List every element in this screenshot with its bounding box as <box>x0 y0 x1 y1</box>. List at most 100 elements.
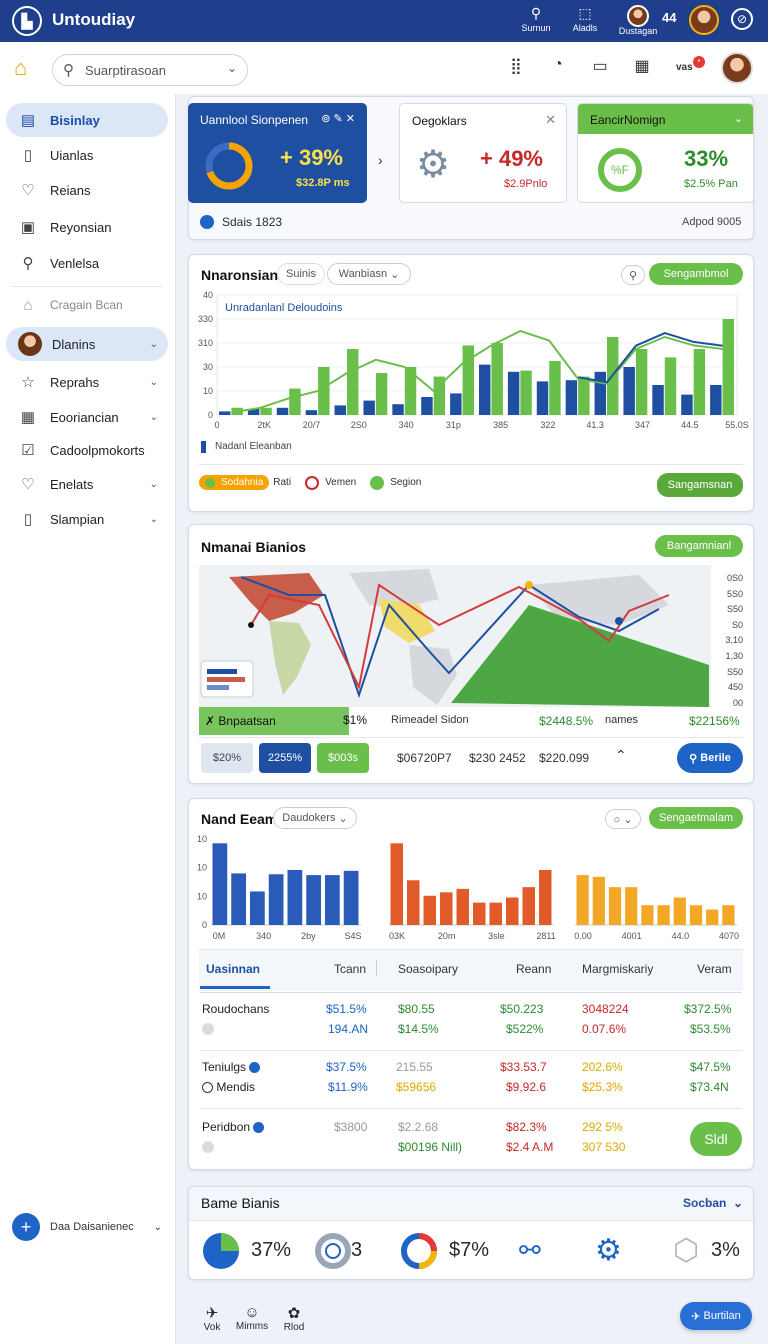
table-header[interactable]: Margmiskariy <box>582 962 653 976</box>
sidebar-item-cadoolpmokorts[interactable]: ☑ Cadoolpmokorts <box>6 433 168 467</box>
bar <box>219 411 231 415</box>
bar <box>578 376 590 415</box>
card-title: Nnaronsian <box>201 267 279 283</box>
chevron-right-icon[interactable]: › <box>378 152 383 168</box>
calendar-icon[interactable]: ▦ <box>631 56 653 76</box>
bar <box>507 371 520 415</box>
add-icon[interactable]: + <box>12 1213 40 1241</box>
bar <box>392 404 404 415</box>
table-header[interactable]: Reann <box>516 962 551 976</box>
profile-avatar[interactable] <box>721 52 753 84</box>
sengaetmalam-button[interactable]: Sengaetmalam <box>649 807 743 829</box>
bangamnianl-button[interactable]: Bangamnianl <box>655 535 743 557</box>
message-icon[interactable]: ▭ <box>589 56 611 76</box>
map-y-tick: 00 <box>732 697 743 708</box>
table-header[interactable]: Soasoipary <box>398 962 458 976</box>
bottomnav-item[interactable]: ☺ Mimms <box>232 1304 272 1332</box>
heart-icon: ♡ <box>21 182 35 199</box>
kpi-value: + 39% <box>280 145 343 170</box>
chevron-down-icon[interactable]: ⌄ <box>154 1222 162 1233</box>
y-tick-label: 0 <box>208 410 213 420</box>
sidebar-item-slampian[interactable]: ▯ Slampian ⌄ <box>6 502 168 536</box>
sidebar-item-eooriancian[interactable]: ▦ Eooriancian ⌄ <box>6 400 168 434</box>
table-header[interactable]: Veram <box>697 962 732 976</box>
x-tick-label: 4070 <box>719 931 739 941</box>
search-person-icon: ⚲ <box>530 5 542 21</box>
sidebar-item-venlelsa[interactable]: ⚲ Venlelsa <box>6 246 168 280</box>
chevron-down-icon[interactable]: ⌄ <box>150 377 158 388</box>
gear-icon: ⚙ <box>416 144 451 186</box>
topnav-item-surnun[interactable]: ⚲ Surnun <box>511 5 561 34</box>
options-toggle[interactable]: ○ ⌄ <box>605 809 641 829</box>
bar <box>722 319 734 415</box>
strip-value: $1% <box>343 713 368 727</box>
kpi-value: 33% <box>684 146 729 171</box>
search-input[interactable]: ⚲ Suarptirasoan ⌄ <box>52 54 248 86</box>
topnav-item-aladls[interactable]: ⬚ Aladls <box>560 5 610 34</box>
sangamsnan-button[interactable]: Sangamsnan <box>657 473 743 497</box>
socban-dropdown[interactable]: Socban ⌄ <box>683 1196 743 1210</box>
sengambmol-button[interactable]: Sengambmol <box>649 263 743 285</box>
bar <box>693 349 706 415</box>
bar <box>276 407 289 415</box>
table-header[interactable]: Uasinnan <box>206 962 260 976</box>
sidebar-item-dlanins[interactable]: Dlanins ⌄ <box>6 327 168 361</box>
chevron-up-icon[interactable]: ⌃ <box>615 747 627 764</box>
sidebar-footer[interactable]: + Daa Daisanienec ⌄ <box>12 1212 162 1242</box>
bottomnav-item[interactable]: ✿ Rlod <box>280 1304 308 1333</box>
sidebar-item-enelats[interactable]: ♡ Enelats ⌄ <box>6 467 168 501</box>
chip-3[interactable]: $003s <box>317 743 369 773</box>
fab-button[interactable]: ✈ Burtilan <box>680 1302 752 1330</box>
bar <box>375 373 388 415</box>
home-icon[interactable]: ⌂ <box>14 56 27 80</box>
chevron-down-icon[interactable]: ⌄ <box>227 61 237 75</box>
tab-wanbiasn[interactable]: Wanbiasn ⌄ <box>327 263 411 285</box>
avatar <box>18 332 42 356</box>
kpi-card-1[interactable]: Uannlool Sionpenen ⊚ ✎ ✕ + 39% $32.8P ms <box>188 103 367 203</box>
strip-k2: names <box>605 714 639 726</box>
close-icon[interactable]: ✕ <box>545 112 556 128</box>
bar <box>334 405 346 415</box>
notification-label[interactable]: vas <box>676 62 693 73</box>
chevron-down-icon[interactable]: ⌄ <box>150 339 158 350</box>
sidebar-item-uianlas[interactable]: ▯ Uianlas <box>6 138 168 172</box>
berile-button[interactable]: ⚲ Berile <box>677 743 743 773</box>
bar <box>520 370 532 415</box>
strip-center: Rimeadel Sidon <box>391 714 469 726</box>
mini-bar-charts: 0 10 10 10 0M 340 2by S4S 03K 20m 3sle 2811 0.00 4001… <box>197 834 739 941</box>
tab-suinis[interactable]: Suinis <box>277 263 325 285</box>
chevron-down-icon[interactable]: ⌄ <box>150 412 158 423</box>
chat-icon[interactable]: ⚯ <box>519 1235 541 1266</box>
chip-2[interactable]: 2255% <box>259 743 311 773</box>
sldl-button[interactable]: Sldl <box>690 1122 742 1156</box>
sidebar-item-reprahs[interactable]: ☆ Reprahs ⌄ <box>6 365 168 399</box>
bar <box>325 875 340 925</box>
topnav-item-dustagan[interactable]: Dustagan <box>613 26 663 37</box>
filter-icon[interactable]: ⚲ <box>621 265 645 285</box>
chip-1[interactable]: $20% <box>201 743 253 773</box>
avatar[interactable] <box>627 5 649 27</box>
sidebar-item-reyonsian[interactable]: ▣ Reyonsian <box>6 210 168 244</box>
chevron-down-icon[interactable]: ⌄ <box>734 112 743 125</box>
x-tick-label: S4S <box>344 931 361 941</box>
summary-value: 37% <box>251 1239 292 1261</box>
apps-grid-icon[interactable]: ⣿ <box>505 56 527 76</box>
bar <box>287 869 303 925</box>
kpi-card-3[interactable]: EancirNomign ⌄ %F 33% $2.5% Pan <box>577 103 754 203</box>
tab-daudokers[interactable]: Daudokers ⌄ <box>273 807 357 829</box>
app-logo[interactable]: ▙ <box>12 6 42 36</box>
legend-pill[interactable]: Sodahnia <box>199 475 270 490</box>
user-avatar[interactable] <box>689 5 719 35</box>
compass-icon[interactable]: ⊘ <box>731 8 753 30</box>
settings-close-icons[interactable]: ⊚ ✎ ✕ <box>321 112 355 125</box>
bottomnav-item[interactable]: ✈ Vok <box>198 1304 226 1333</box>
x-tick-label: 0M <box>213 931 226 941</box>
chevron-down-icon[interactable]: ⌄ <box>150 479 158 490</box>
chevron-down-icon[interactable]: ⌄ <box>150 514 158 525</box>
sidebar-item-reians[interactable]: ♡ Reians <box>6 173 168 207</box>
table-header[interactable]: Tcann <box>334 962 366 976</box>
chart-icon[interactable]: ◔ <box>547 56 569 74</box>
sidebar-item-bisinlay[interactable]: ▤ Bisinlay <box>6 103 168 137</box>
kpi-card-2[interactable]: Oegoklars ✕ ⚙ + 49% $2.9Pnlo <box>399 103 567 203</box>
gear-icon[interactable]: ⚙ <box>595 1233 622 1268</box>
